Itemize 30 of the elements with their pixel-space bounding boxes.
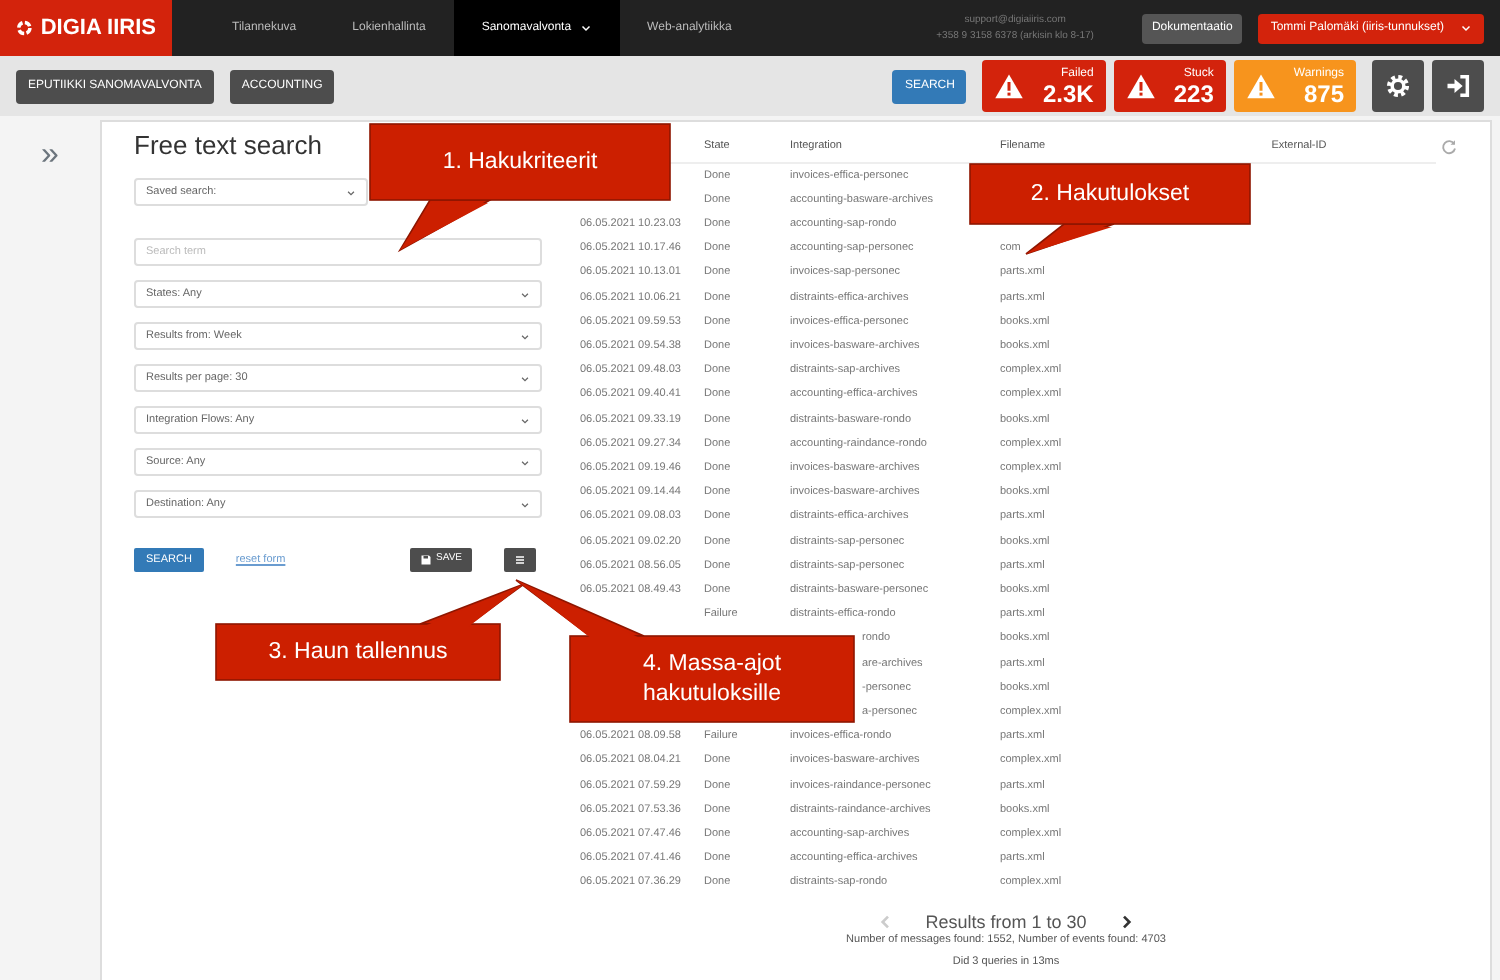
- previous-icon: [877, 913, 894, 930]
- sidebar-toggle[interactable]: »: [41, 132, 59, 980]
- save-icon: [420, 554, 433, 566]
- settings-button[interactable]: [1372, 60, 1424, 112]
- callout-text: 4. Massa-ajot hakutuloksille: [640, 649, 784, 709]
- next-icon: [1118, 913, 1135, 930]
- menu-button[interactable]: [504, 548, 536, 572]
- chevron-down-icon: [579, 22, 592, 34]
- warning-icon: [994, 71, 1025, 101]
- chevron-down-icon: [520, 457, 530, 467]
- chevron-down-icon: [520, 499, 530, 509]
- chevron-down-icon: [520, 289, 530, 299]
- chevron-down-icon: [346, 187, 356, 197]
- chevron-down-icon: [520, 331, 530, 341]
- brand-name: DIGIA IIRIS: [40, 13, 156, 44]
- logout-button[interactable]: [1432, 60, 1484, 112]
- logout-icon: [1444, 72, 1472, 100]
- settings-icon: [1384, 72, 1412, 100]
- next-button[interactable]: [1118, 913, 1135, 930]
- warning-icon: [1125, 71, 1156, 101]
- callout-text: 2. Hakutulokset: [1030, 179, 1190, 209]
- panel-title: Free text search: [134, 130, 322, 162]
- chevron-down-icon: [1460, 22, 1472, 34]
- callout-text: 3. Haun tallennus: [268, 637, 448, 667]
- chevron-down-icon: [520, 373, 530, 383]
- warning-icon: [1245, 71, 1276, 101]
- menu-icon: [514, 554, 526, 566]
- pagination-label: Results from 1 to 30: [925, 911, 1087, 932]
- chevron-down-icon: [520, 415, 530, 425]
- callout-text: 1. Hakukriteerit: [442, 147, 598, 177]
